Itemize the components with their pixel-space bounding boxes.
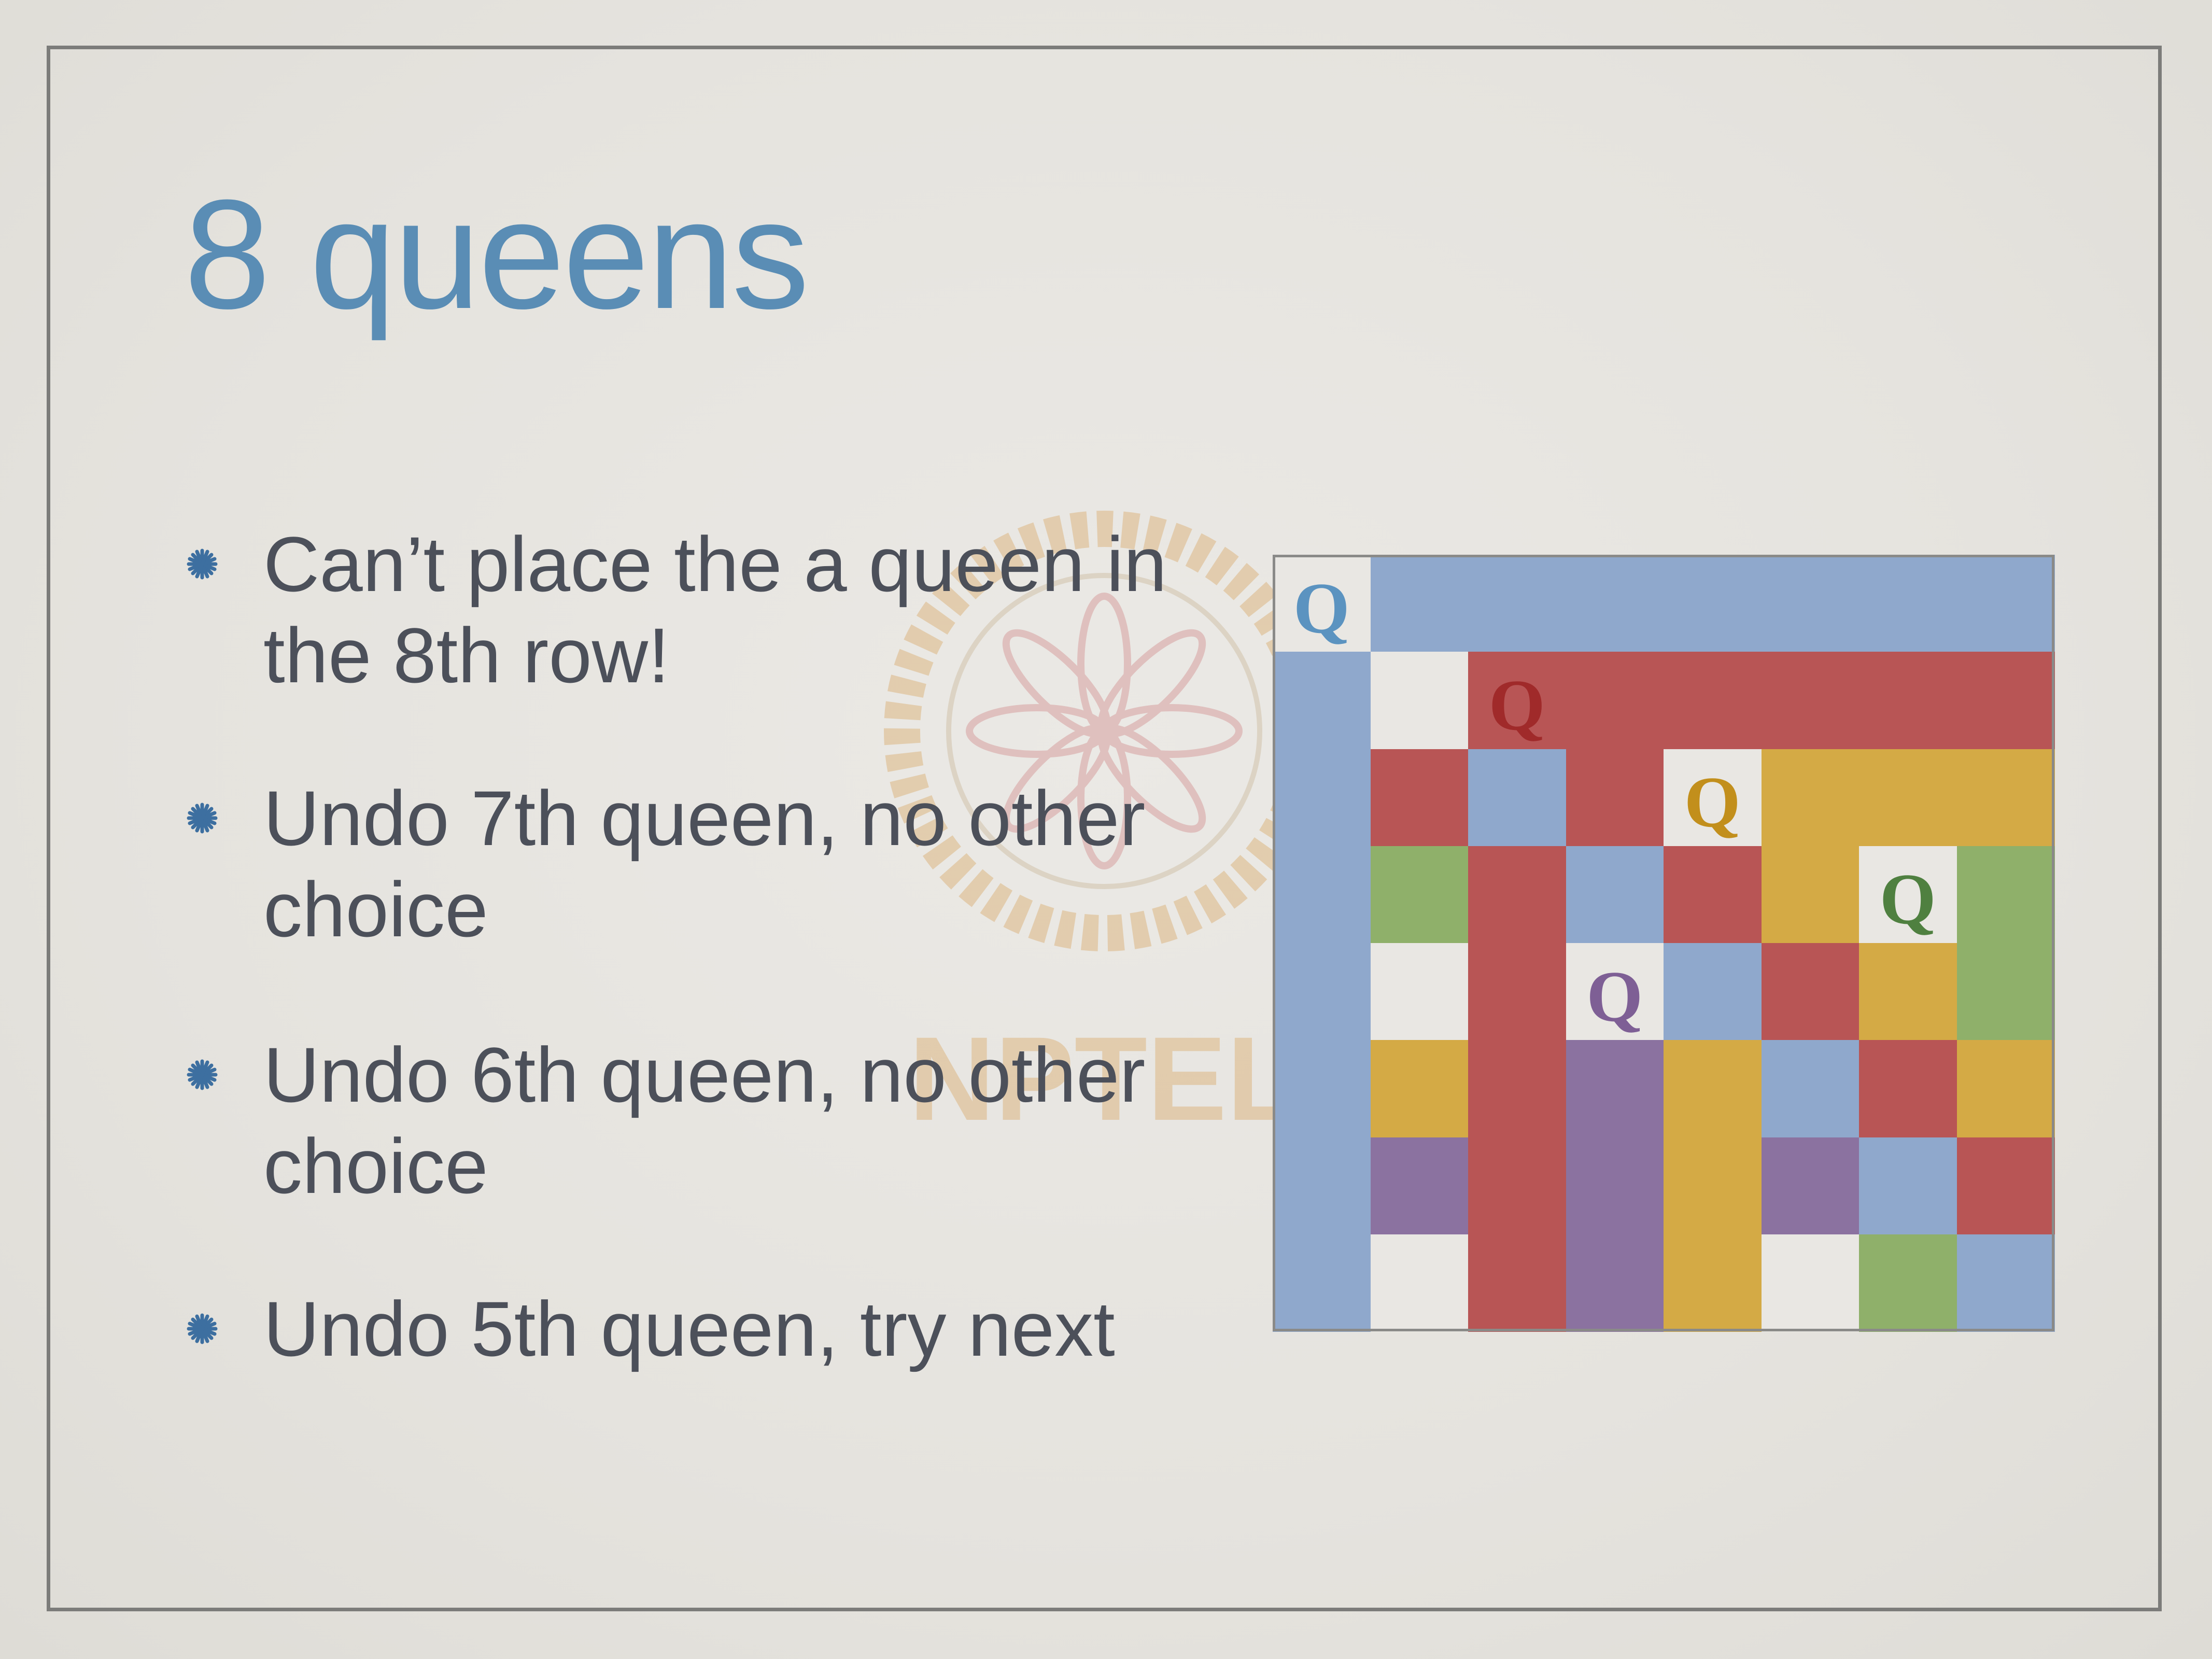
board-outline (1273, 555, 2054, 1331)
asterisk-bullet-icon (187, 1059, 218, 1090)
bullet-line: choice (263, 866, 488, 953)
chess-board: Q Q Q Q Q (1273, 555, 2055, 1332)
bullet-line: Can’t place the a queen in (263, 521, 1167, 608)
asterisk-bullet-icon (187, 803, 218, 834)
bullet-line: Undo 7th queen, no other (263, 775, 1146, 862)
queen-marker: Q (1879, 859, 1936, 940)
asterisk-bullet-icon (187, 549, 218, 580)
bullet-text: Can’t place the a queen in the 8th row! (263, 518, 1248, 701)
bullet-line: the 8th row! (263, 612, 670, 699)
queen-marker: Q (1293, 568, 1350, 649)
slide-title: 8 queens (184, 167, 809, 341)
bullet-text: Undo 7th queen, no other choice (263, 772, 1248, 955)
queen-marker: Q (1488, 665, 1545, 746)
bullet-line: Undo 6th queen, no other (263, 1031, 1146, 1118)
bullet-text: Undo 5th queen, try next (263, 1283, 1248, 1374)
asterisk-bullet-icon (187, 1313, 218, 1344)
bullet-line: choice (263, 1122, 488, 1210)
slide: NPTEL 8 queens Can’t place the a queen i… (0, 0, 2212, 1659)
queen-marker: Q (1586, 956, 1643, 1037)
queen-marker: Q (1684, 762, 1741, 843)
bullet-line: Undo 5th queen, try next (263, 1285, 1115, 1372)
bullet-text: Undo 6th queen, no other choice (263, 1029, 1248, 1212)
